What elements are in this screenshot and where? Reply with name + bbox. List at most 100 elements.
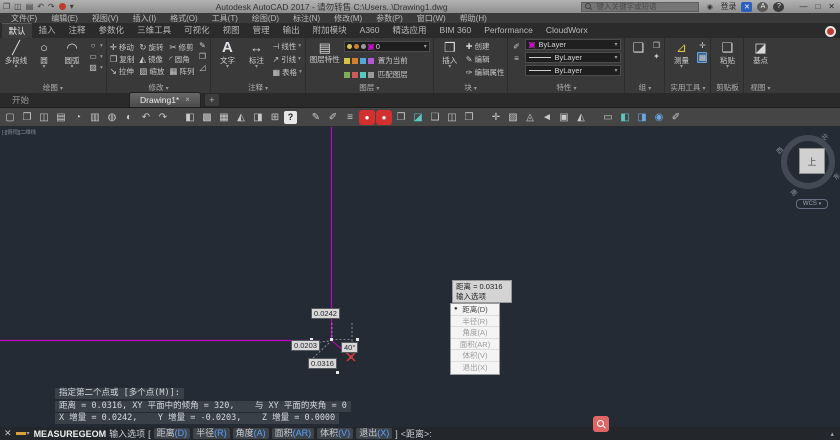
command-line-bar[interactable]: ✕ ▾ MEASUREGEOM 输入选项 [ 距离 (D) 半径 (R) 角度 (A) 面积… [0, 427, 840, 440]
toolbar-icon[interactable]: ◧ [182, 110, 198, 125]
toolbar-icon[interactable]: ↷ [155, 110, 171, 125]
toolbar-icon[interactable]: ● [359, 109, 375, 125]
toolbar-icon[interactable]: ◉ [651, 110, 667, 125]
rectangle-icon[interactable]: ▭ [88, 52, 98, 61]
toolbar-icon[interactable]: ↶ [138, 110, 154, 125]
draw-tool-button[interactable]: ◠ 圆弧 ▾ [59, 39, 85, 70]
minimize-button[interactable]: — [799, 0, 807, 13]
ribbon-tab[interactable]: 三维工具 [131, 23, 178, 38]
ribbon-tab[interactable]: 默认 [2, 23, 33, 38]
toolbar-icon[interactable]: ▦ [216, 110, 232, 125]
menu-item[interactable]: 绘图(D) [245, 13, 286, 24]
base-point-button[interactable]: ◪ 基点 [747, 39, 773, 65]
toolbar-icon[interactable] [172, 110, 181, 125]
match-properties-icon[interactable]: ✐ [511, 42, 521, 51]
context-menu-item[interactable]: ● 面积(AR) [451, 338, 499, 351]
command-option[interactable]: 面积 (AR) [271, 428, 315, 439]
match-layer-button[interactable]: 匹配图层 [343, 69, 430, 80]
explode-icon[interactable]: ❒ [197, 52, 207, 61]
record-icon[interactable] [58, 3, 66, 10]
toolbar-icon[interactable]: ✐ [668, 110, 684, 125]
toolbar-icon[interactable]: ❐ [19, 110, 35, 125]
toolbar-icon[interactable]: ◬ [522, 110, 538, 125]
modify-tool-button[interactable]: ✛ 移动 [110, 42, 135, 53]
toolbar-icon[interactable]: ✐ [325, 110, 341, 125]
menu-item[interactable]: 窗口(W) [410, 13, 453, 24]
toolbar-icon[interactable]: ● [376, 109, 392, 125]
block-tool-button[interactable]: ✚ 创建 [466, 41, 505, 52]
exchange-apps-icon[interactable]: ✕ [741, 1, 753, 12]
modify-tool-button[interactable]: ↘ 拉伸 [110, 66, 135, 77]
menu-item[interactable]: 格式(O) [163, 13, 205, 24]
toolbar-icon[interactable]: ◐ [121, 110, 137, 125]
panel-label-utilities[interactable]: 实用工具 ▾ [668, 83, 707, 93]
search-record-badge[interactable] [593, 416, 609, 432]
toolbar-icon[interactable]: ◨ [634, 110, 650, 125]
draw-tool-button[interactable]: ○ 圆 ▾ [31, 39, 57, 70]
print-icon[interactable]: ▤ [26, 0, 34, 13]
ribbon-tab[interactable]: 参数化 [92, 23, 131, 38]
menu-item[interactable]: 插入(I) [126, 13, 164, 24]
insert-block-button[interactable]: ❒ 插入 ▾ [437, 39, 463, 70]
color-select[interactable]: ByLayer ▾ [525, 39, 622, 50]
offset-icon[interactable]: ◿ [197, 63, 207, 72]
quick-select-icon[interactable]: ▦ [697, 52, 708, 63]
cloudworx-record-icon[interactable] [825, 26, 836, 37]
toolbar-icon[interactable]: ✛ [488, 110, 504, 125]
block-tool-button[interactable]: ✑ 编辑属性 [466, 67, 505, 78]
panel-label-annotate[interactable]: 注释 ▾ [214, 83, 301, 93]
toolbar-icon[interactable]: ❑ [427, 110, 443, 125]
toolbar-icon[interactable]: ❐ [393, 110, 409, 125]
toolbar-icon[interactable]: ◪ [410, 110, 426, 125]
toolbar-icon[interactable]: ◄ [539, 110, 555, 125]
close-button[interactable]: ✕ [828, 0, 835, 13]
toolbar-icon[interactable]: ≡ [342, 110, 358, 125]
toolbar-icon[interactable] [298, 110, 307, 125]
modify-tool-button[interactable]: ◜ 圆角 [169, 54, 194, 65]
toolbar-icon[interactable]: ◔ [70, 110, 86, 125]
annotate-tool-button[interactable]: ⊣ 线性 ▾ [272, 41, 301, 52]
dimension-button[interactable]: ↔ 标注 ▾ [243, 39, 269, 70]
menu-item[interactable]: 编辑(E) [44, 13, 85, 24]
compass-east-label[interactable]: 东 [830, 170, 840, 182]
toolbar-icon[interactable]: ◭ [573, 110, 589, 125]
ribbon-tab[interactable]: CloudWorx [539, 23, 594, 38]
toolbar-icon[interactable]: ▣ [556, 110, 572, 125]
context-menu-item[interactable]: ● 距离(D) [451, 304, 499, 316]
workspace-dropdown-caret-icon[interactable]: ▾ [70, 0, 74, 13]
viewcube[interactable]: 上 [799, 148, 825, 174]
modify-tool-button[interactable]: ↻ 旋转 [139, 42, 164, 53]
ribbon-tab[interactable]: 输出 [276, 23, 306, 38]
annotate-tool-button[interactable]: ▦ 表格 ▾ [272, 67, 301, 78]
compass-south-label[interactable]: 南 [788, 186, 800, 198]
id-point-icon[interactable]: ✛ [697, 41, 707, 50]
panel-label-block[interactable]: 块 ▾ [437, 83, 505, 93]
ribbon-tab[interactable]: 可视化 [178, 23, 217, 38]
menu-item[interactable]: 帮助(H) [453, 13, 494, 24]
modify-tool-button[interactable]: ▦ 阵列 [169, 66, 194, 77]
lineweight-select[interactable]: ByLayer ▾ [525, 52, 622, 63]
tab-start[interactable]: 开始 [2, 93, 39, 107]
hatch-icon[interactable]: ▨ [88, 63, 98, 72]
command-option[interactable]: 角度 (A) [232, 428, 269, 439]
ribbon-tab[interactable]: 精选应用 [386, 23, 433, 38]
menu-item[interactable]: 参数(P) [369, 13, 410, 24]
menu-item[interactable]: 文件(F) [4, 13, 44, 24]
sign-in-label[interactable]: 登录 [720, 1, 736, 12]
set-current-button[interactable]: 置为当前 [343, 55, 430, 66]
text-button[interactable]: A 文字 ▾ [214, 39, 240, 70]
toolbar-icon[interactable]: ▥ [87, 110, 103, 125]
ribbon-tab[interactable]: 视图 [216, 23, 246, 38]
maximize-button[interactable]: □ [815, 0, 820, 13]
modify-tool-button[interactable]: ❐ 复制 [110, 54, 135, 65]
wcs-dropdown[interactable]: WCS ▾ [796, 199, 828, 209]
undo-icon[interactable]: ↶ [37, 0, 44, 13]
menu-item[interactable]: 视图(V) [85, 13, 126, 24]
save-icon[interactable]: ◫ [14, 0, 22, 13]
help-icon[interactable]: ? [773, 1, 785, 12]
toolbar-icon[interactable]: ◍ [104, 110, 120, 125]
panel-label-draw[interactable]: 绘图 ▾ [3, 83, 103, 93]
command-option[interactable]: 退出 (X) [356, 428, 393, 439]
open-icon[interactable]: ❐ [3, 0, 10, 13]
redo-icon[interactable]: ↷ [48, 0, 55, 13]
